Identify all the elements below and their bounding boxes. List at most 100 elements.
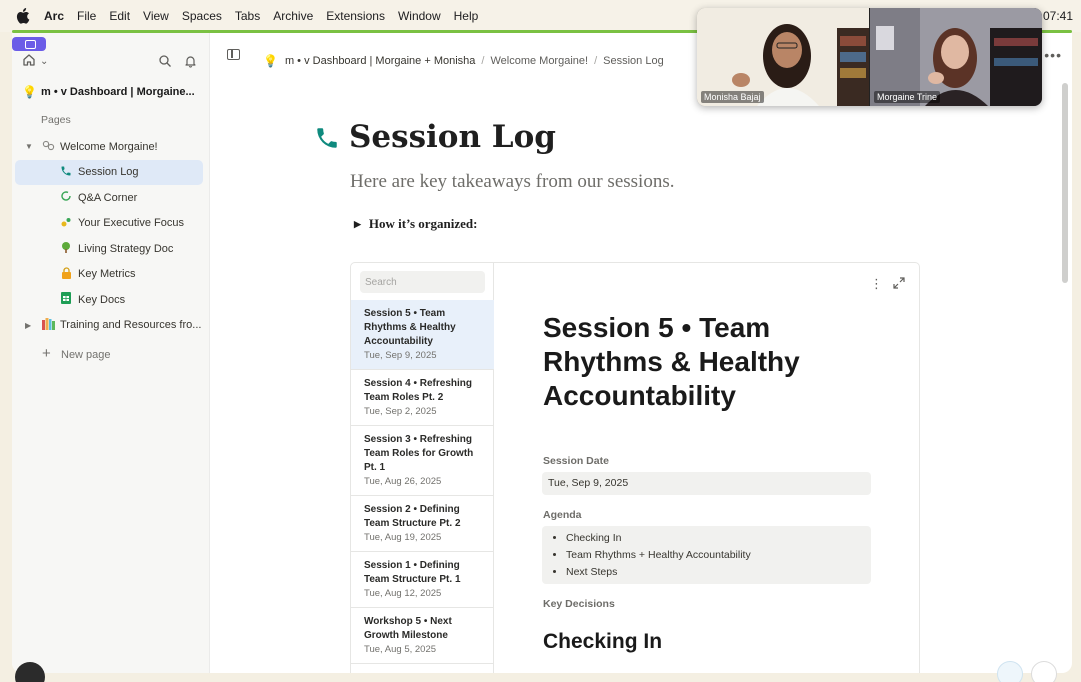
list-item[interactable]: Session 5 • Team Rhythms & Healthy Accou… (351, 300, 494, 370)
sidebar-item-label: Welcome Morgaine! (60, 140, 158, 153)
session-title: Session 2 • Defining Team Structure Pt. … (364, 504, 461, 529)
sidebar-item-session-log[interactable]: Session Log (15, 159, 203, 185)
key-decisions-label: Key Decisions (543, 598, 615, 610)
sidebar-item-key-docs[interactable]: Key Docs (15, 287, 203, 313)
breadcrumb-welcome[interactable]: Welcome Morgaine! (490, 55, 588, 67)
session-title: Session 4 • Refreshing Team Roles Pt. 2 (364, 378, 472, 403)
workspace-name: m • v Dashboard | Morgaine... (41, 86, 195, 98)
session-title: Session 1 • Defining Team Structure Pt. … (364, 560, 461, 585)
sidebar-item-key-metrics[interactable]: Key Metrics (15, 262, 203, 288)
list-item[interactable]: Session 3 • Refreshing Team Roles for Gr… (351, 426, 494, 496)
menu-file[interactable]: File (77, 9, 96, 23)
chevron-down-icon[interactable]: ⌄ (40, 56, 48, 67)
bell-icon[interactable] (184, 54, 197, 68)
spreadsheet-icon (59, 292, 73, 307)
agenda-item: Checking In (566, 530, 865, 547)
lock-icon (59, 267, 73, 282)
apple-icon[interactable] (16, 8, 30, 24)
lightbulb-icon: 💡 (22, 85, 37, 99)
toggle-block[interactable]: ▶ How it’s organized: (354, 216, 477, 232)
books-icon (41, 317, 55, 333)
pages-section-label: Pages (41, 114, 71, 126)
video-call-overlay[interactable]: Monisha Bajaj Morgaine Trine (697, 8, 1042, 106)
sidebar-item-training-resources[interactable]: ▶ Training and Resources fro... (15, 313, 203, 339)
spaces-icon[interactable] (12, 37, 46, 51)
search-input[interactable] (360, 271, 485, 293)
session-date: Tue, Aug 5, 2025 (364, 644, 437, 655)
sidebar-item-label: Your Executive Focus (78, 217, 184, 230)
breadcrumb-session-log[interactable]: Session Log (603, 55, 664, 67)
search-icon[interactable] (158, 54, 172, 68)
agenda-item: Team Rhythms + Healthy Accountability (566, 547, 865, 564)
sidebar-nav: ▼ Welcome Morgaine! Session Log Q&A Corn… (15, 134, 203, 368)
breadcrumb-workspace[interactable]: m • v Dashboard | Morgaine + Monisha (285, 55, 475, 67)
sidebar-item-welcome-morgaine[interactable]: ▼ Welcome Morgaine! (15, 134, 203, 160)
session-items: Session 5 • Team Rhythms & Healthy Accou… (351, 300, 494, 664)
session-date: Tue, Aug 12, 2025 (364, 588, 442, 599)
breadcrumb-separator: / (594, 55, 598, 67)
menu-window[interactable]: Window (398, 9, 441, 23)
menu-view[interactable]: View (143, 9, 169, 23)
session-date: Tue, Aug 26, 2025 (364, 476, 442, 487)
detail-title[interactable]: Session 5 • Team Rhythms & Healthy Accou… (543, 311, 883, 413)
participant-tile[interactable]: Monisha Bajaj (697, 8, 869, 106)
more-options-icon[interactable]: ••• (1044, 47, 1062, 63)
phone-icon[interactable] (314, 125, 340, 151)
home-icon[interactable] (22, 53, 36, 67)
phone-icon (59, 165, 73, 180)
scrollbar[interactable] (1062, 83, 1068, 283)
plus-icon: + (42, 345, 51, 362)
link-chain-icon (41, 140, 55, 154)
menu-edit[interactable]: Edit (109, 9, 130, 23)
circle-arrow-icon (59, 190, 73, 205)
workspace-switcher[interactable]: 💡 m • v Dashboard | Morgaine... (22, 83, 202, 101)
tree-icon (59, 241, 73, 256)
sparkle-icon (59, 216, 73, 231)
chevron-down-icon[interactable]: ▼ (25, 142, 33, 151)
agenda-field[interactable]: Checking In Team Rhythms + Healthy Accou… (542, 526, 871, 584)
help-button[interactable] (997, 661, 1023, 682)
toggle-label: How it’s organized: (368, 216, 478, 231)
session-date-label: Session Date (543, 455, 609, 467)
sidebar-item-label: Key Docs (78, 293, 126, 306)
session-date: Tue, Aug 19, 2025 (364, 532, 442, 543)
participant-name: Monisha Bajaj (701, 91, 764, 103)
menu-extensions[interactable]: Extensions (326, 9, 385, 23)
sidebar-item-qa-corner[interactable]: Q&A Corner (15, 185, 203, 211)
page-title[interactable]: Session Log (349, 119, 556, 155)
menu-archive[interactable]: Archive (273, 9, 313, 23)
menu-clock[interactable]: 07:41 (1043, 9, 1073, 23)
list-item[interactable]: Session 1 • Defining Team Structure Pt. … (351, 552, 494, 608)
menu-tabs[interactable]: Tabs (235, 9, 260, 23)
sidebar-item-executive-focus[interactable]: Your Executive Focus (15, 211, 203, 237)
feedback-button[interactable] (1031, 661, 1057, 682)
sidebar-item-label: Living Strategy Doc (78, 242, 174, 255)
sidebar-toolbar: ⌄ (22, 53, 202, 73)
menu-app-name[interactable]: Arc (44, 9, 64, 23)
list-item[interactable]: Session 2 • Defining Team Structure Pt. … (351, 496, 494, 552)
section-heading[interactable]: Checking In (543, 630, 662, 654)
sidebar-item-label: Session Log (78, 166, 139, 179)
sidebar-item-label: Key Metrics (78, 268, 136, 281)
more-vertical-icon[interactable]: ⋮ (870, 276, 883, 292)
session-date: Tue, Sep 9, 2025 (364, 350, 437, 361)
new-page-button[interactable]: + New page (15, 342, 203, 368)
participant-tile[interactable]: Morgaine Trine (870, 8, 1042, 106)
sidebar-toggle-icon[interactable] (227, 49, 240, 60)
sidebar: ⌄ 💡 m • v Dashboard | Morgaine... Pages … (12, 33, 210, 673)
session-date-field[interactable]: Tue, Sep 9, 2025 (542, 472, 871, 495)
chevron-right-icon[interactable]: ▶ (25, 321, 31, 330)
toggle-triangle-icon[interactable]: ▶ (354, 219, 361, 230)
menu-spaces[interactable]: Spaces (182, 9, 222, 23)
session-title: Session 5 • Team Rhythms & Healthy Accou… (364, 308, 456, 347)
sidebar-item-living-strategy-doc[interactable]: Living Strategy Doc (15, 236, 203, 262)
breadcrumb-separator: / (481, 55, 485, 67)
list-item[interactable]: Workshop 5 • Next Growth Milestone Tue, … (351, 608, 494, 664)
menu-help[interactable]: Help (454, 9, 479, 23)
page-subtitle[interactable]: Here are key takeaways from our sessions… (350, 171, 674, 193)
app-window: ⌄ 💡 m • v Dashboard | Morgaine... Pages … (12, 33, 1072, 673)
new-page-label: New page (61, 348, 111, 361)
agenda-item: Next Steps (566, 564, 865, 581)
expand-icon[interactable] (893, 277, 905, 289)
list-item[interactable]: Session 4 • Refreshing Team Roles Pt. 2 … (351, 370, 494, 426)
